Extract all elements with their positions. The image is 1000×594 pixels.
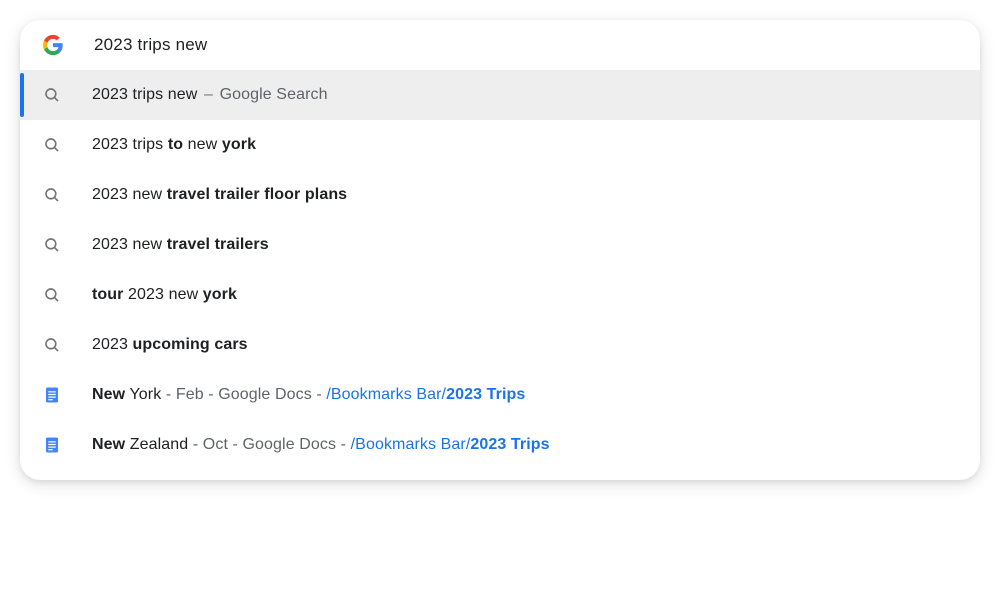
suggestion-row[interactable]: 2023 upcoming cars	[20, 320, 980, 370]
suggestion-row[interactable]: 2023 trips new – Google Search	[20, 70, 980, 120]
search-icon	[42, 285, 62, 305]
suggestion-text: New York - Feb - Google Docs - /Bookmark…	[92, 386, 525, 404]
search-icon	[42, 235, 62, 255]
search-icon	[42, 85, 62, 105]
suggestion-text: 2023 new travel trailers	[92, 236, 269, 254]
doc-icon	[42, 385, 62, 405]
suggestion-row[interactable]: 2023 new travel trailer floor plans	[20, 170, 980, 220]
suggestions-list: 2023 trips new – Google Search 2023 trips…	[20, 70, 980, 470]
suggestion-row[interactable]: 2023 trips to new york	[20, 120, 980, 170]
suggestion-row[interactable]: 2023 new travel trailers	[20, 220, 980, 270]
suggestion-text: 2023 upcoming cars	[92, 336, 248, 354]
omnibox-dropdown: 2023 trips new – Google Search 2023 trips…	[20, 20, 980, 480]
suggestion-row[interactable]: tour 2023 new york	[20, 270, 980, 320]
doc-icon	[42, 435, 62, 455]
suggestion-row[interactable]: New Zealand - Oct - Google Docs - /Bookm…	[20, 420, 980, 470]
suggestion-text: New Zealand - Oct - Google Docs - /Bookm…	[92, 436, 550, 454]
suggestion-text: 2023 trips new – Google Search	[92, 86, 328, 104]
search-row[interactable]	[20, 20, 980, 70]
suggestion-row[interactable]: New York - Feb - Google Docs - /Bookmark…	[20, 370, 980, 420]
google-g-icon	[42, 34, 64, 56]
search-icon	[42, 335, 62, 355]
suggestion-text: 2023 trips to new york	[92, 136, 256, 154]
search-input[interactable]	[94, 35, 962, 55]
suggestion-text: 2023 new travel trailer floor plans	[92, 186, 347, 204]
suggestion-text: tour 2023 new york	[92, 286, 237, 304]
search-icon	[42, 185, 62, 205]
search-icon	[42, 135, 62, 155]
